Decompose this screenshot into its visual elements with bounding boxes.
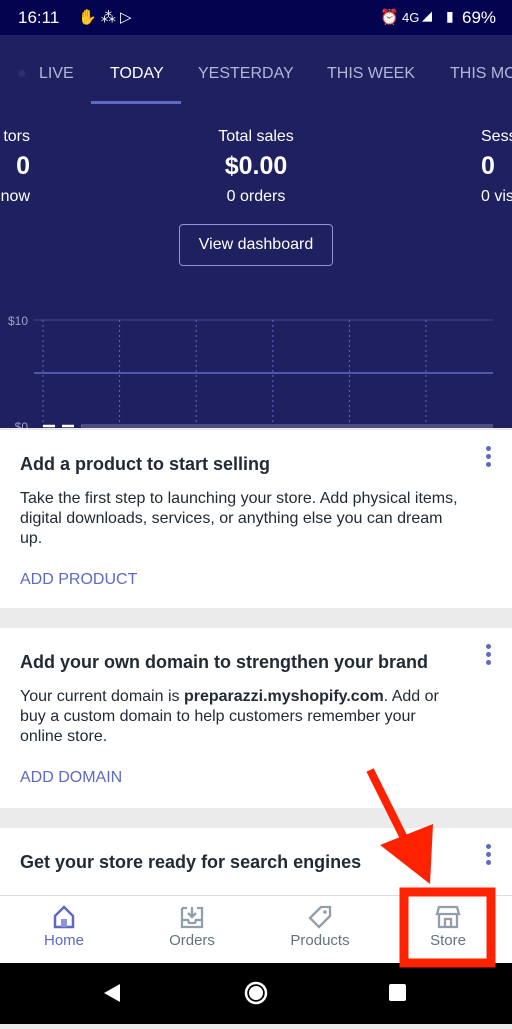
annotation-arrow-head [380,824,433,884]
annotation-highlight-box [399,887,496,968]
annotation-overlay [366,768,496,968]
